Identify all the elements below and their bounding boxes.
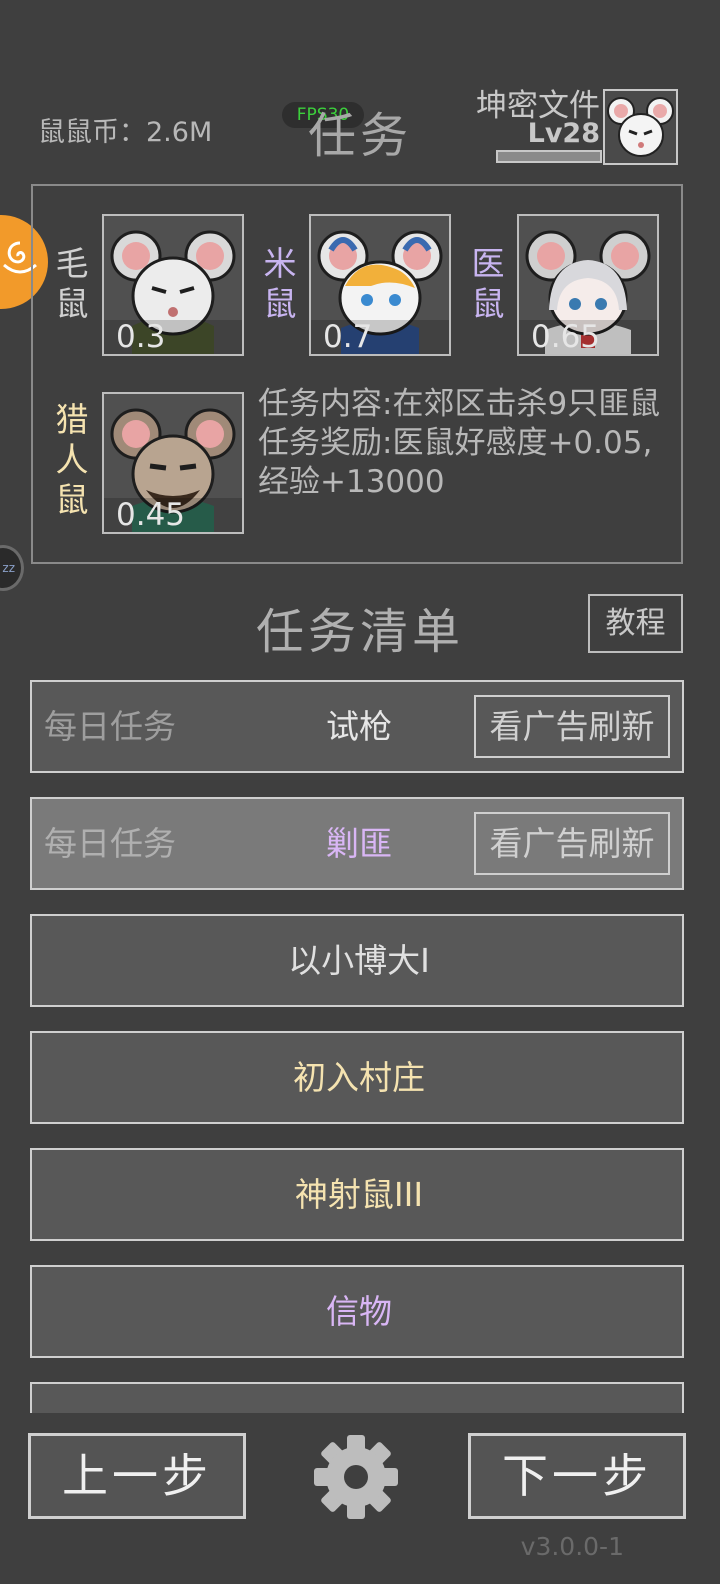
sleep-icon[interactable]: zz xyxy=(0,545,24,591)
npc-portrait-mao[interactable]: 0.3 xyxy=(102,214,244,356)
task-row[interactable] xyxy=(30,1382,684,1413)
task-list-title: 任务清单 xyxy=(255,604,464,660)
page-title: 任务 xyxy=(307,108,412,164)
version-label: v3.0.0-1 xyxy=(520,1532,624,1561)
npc-name-lieren: 猎人鼠 xyxy=(55,400,89,519)
white-mouse-avatar-icon xyxy=(607,97,674,157)
next-step-button[interactable]: 下一步 xyxy=(468,1433,686,1519)
tutorial-button[interactable]: 教程 xyxy=(588,594,683,653)
ad-refresh-button[interactable]: 看广告刷新 xyxy=(474,695,670,758)
task-row[interactable]: 每日任务 试枪 看广告刷新 xyxy=(30,680,684,773)
affinity-value: 0.45 xyxy=(116,497,186,533)
task-row[interactable]: 信物 xyxy=(30,1265,684,1358)
ad-refresh-button[interactable]: 看广告刷新 xyxy=(474,812,670,875)
task-name: 神射鼠III xyxy=(294,1175,424,1214)
affinity-value: 0.7 xyxy=(323,319,373,355)
task-row[interactable]: 每日任务 剿匪 看广告刷新 xyxy=(30,797,684,890)
task-row[interactable]: 神射鼠III xyxy=(30,1148,684,1241)
npc-name-mi: 米鼠 xyxy=(263,244,297,323)
task-row[interactable]: 初入村庄 xyxy=(30,1031,684,1124)
coin-balance: 鼠鼠币：2.6M xyxy=(38,117,213,148)
previous-step-button[interactable]: 上一步 xyxy=(28,1433,246,1519)
task-row[interactable]: 以小博大I xyxy=(30,914,684,1007)
task-name: 以小博大I xyxy=(288,941,430,980)
xp-progress-bar xyxy=(496,150,602,163)
gear-icon xyxy=(314,1435,398,1519)
npc-name-yi: 医鼠 xyxy=(471,244,505,323)
task-name: 初入村庄 xyxy=(293,1058,425,1097)
task-description: 任务内容:在郊区击杀9只匪鼠 任务奖励:医鼠好感度+0.05,经验+13000 xyxy=(258,385,678,502)
player-level: Lv28 xyxy=(527,118,600,149)
xp-progress-fill xyxy=(498,152,600,161)
task-content: 任务内容:在郊区击杀9只匪鼠 xyxy=(258,386,661,422)
task-reward: 任务奖励:医鼠好感度+0.05,经验+13000 xyxy=(258,425,653,500)
npc-name-mao: 毛鼠 xyxy=(55,244,89,323)
npc-portrait-lieren[interactable]: 0.45 xyxy=(102,392,244,534)
task-list[interactable]: 每日任务 试枪 看广告刷新 每日任务 剿匪 看广告刷新 以小博大I 初入村庄 神… xyxy=(30,680,684,1413)
npc-portrait-yi[interactable]: 0.65 xyxy=(517,214,659,356)
affinity-value: 0.3 xyxy=(116,319,166,355)
affinity-value: 0.65 xyxy=(531,319,601,355)
task-name: 信物 xyxy=(326,1292,392,1331)
npc-portrait-mi[interactable]: 0.7 xyxy=(309,214,451,356)
settings-button[interactable] xyxy=(312,1433,400,1521)
player-avatar[interactable] xyxy=(603,89,678,165)
